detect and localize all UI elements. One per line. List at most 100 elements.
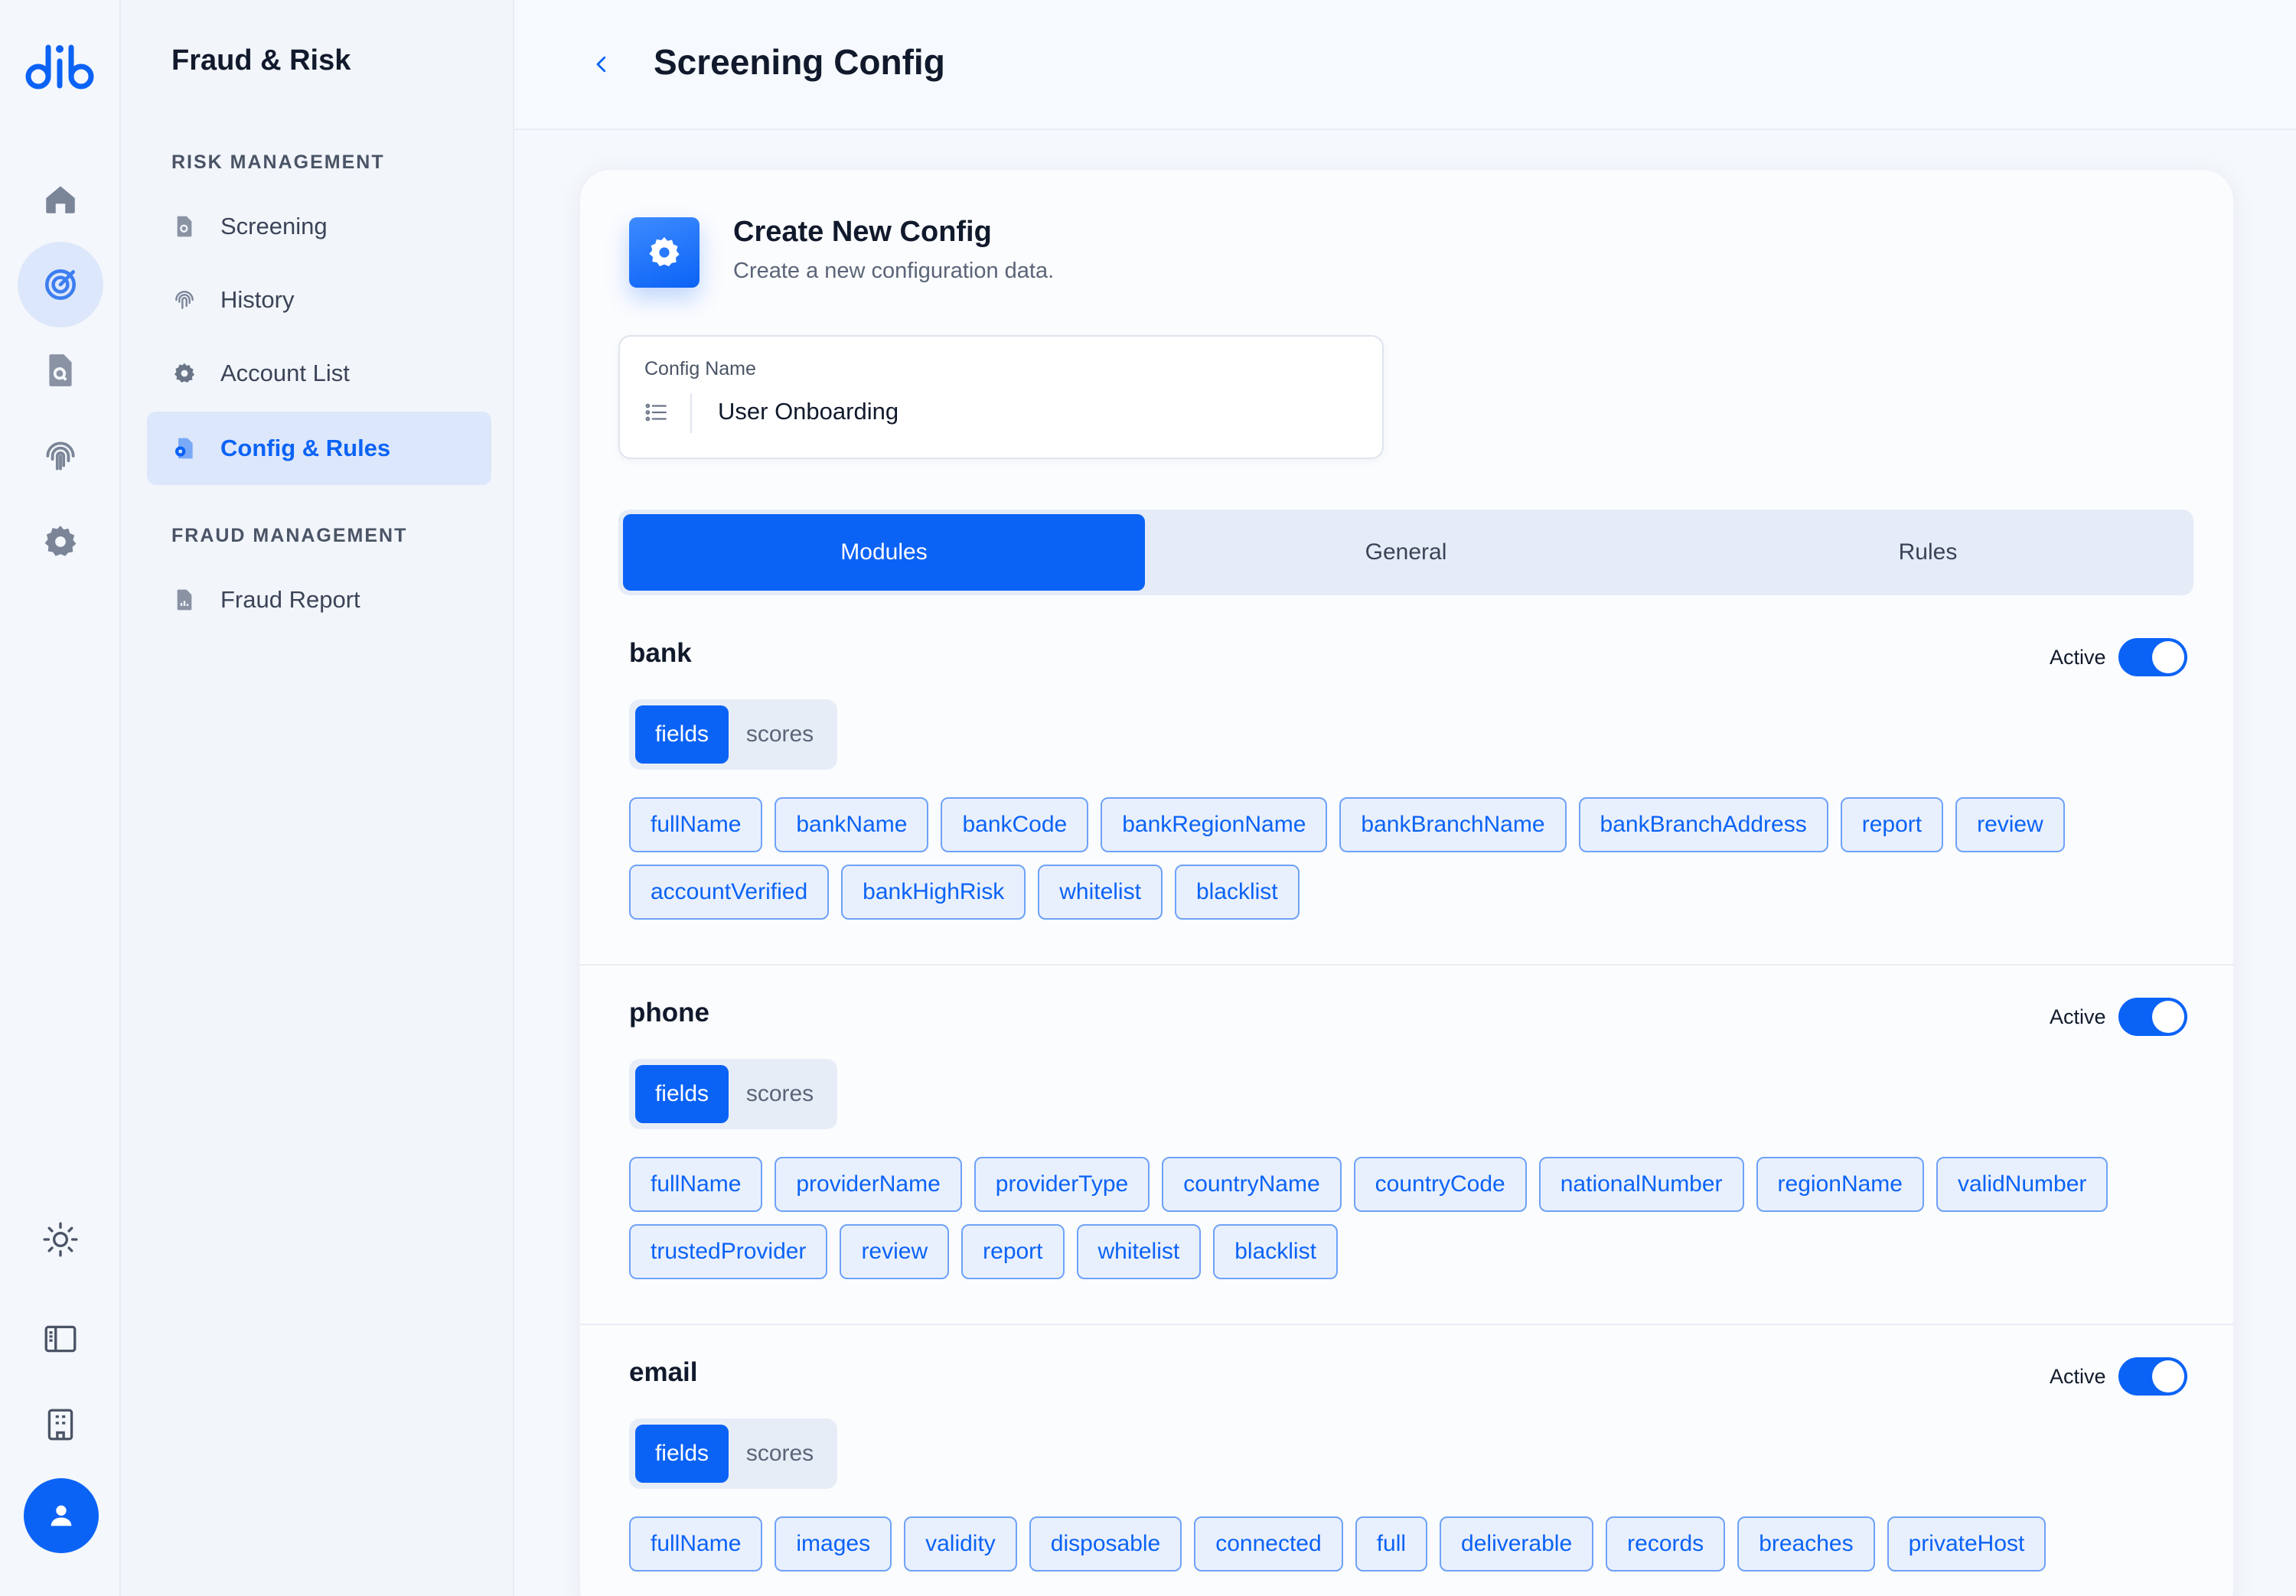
config-name-field[interactable]: Config Name User Onboarding (618, 335, 1384, 459)
field-chip[interactable]: privateHost (1887, 1516, 2047, 1572)
active-label: Active (2050, 646, 2106, 669)
field-chip[interactable]: connected (1194, 1516, 1343, 1572)
field-chip[interactable]: bankBranchName (1339, 797, 1567, 852)
field-chip[interactable]: report (1840, 797, 1944, 852)
user-avatar[interactable] (24, 1478, 99, 1553)
tab-rules[interactable]: Rules (1667, 514, 2189, 591)
nav-item-screening[interactable]: Screening (147, 190, 491, 263)
config-card: Create New Config Create a new configura… (579, 168, 2235, 1596)
field-chip[interactable]: providerType (974, 1157, 1150, 1212)
field-chip[interactable]: whitelist (1076, 1224, 1202, 1279)
home-icon[interactable] (18, 156, 103, 242)
field-chip[interactable]: images (775, 1516, 892, 1572)
active-toggle[interactable] (2118, 1357, 2187, 1396)
nav-item-label: Screening (220, 213, 328, 239)
nav-item-label: Config & Rules (220, 435, 391, 461)
brand-logo[interactable] (23, 38, 96, 93)
module-divider (580, 964, 2233, 966)
field-chip[interactable]: bankName (775, 797, 929, 852)
field-chip[interactable]: nationalNumber (1538, 1157, 1744, 1212)
toggle-knob (2152, 1360, 2184, 1392)
module-divider (580, 1324, 2233, 1325)
fingerprint-icon (171, 287, 197, 313)
field-chips: fullName providerName providerType countryN… (629, 1157, 2206, 1291)
chip-row: fullName bankName bankCode bankRegionName ba… (629, 797, 2206, 852)
field-chip[interactable]: fullName (629, 1516, 763, 1572)
back-chevron-icon[interactable] (586, 47, 617, 81)
fields-scores-switch: fields scores (629, 699, 837, 770)
field-chip[interactable]: deliverable (1440, 1516, 1594, 1572)
segment-scores[interactable]: scores (729, 1065, 831, 1123)
nav-item-label: Fraud Report (220, 586, 360, 613)
config-tabs: Modules General Rules (618, 510, 2193, 595)
field-divider (690, 393, 692, 433)
field-chip[interactable]: bankRegionName (1101, 797, 1328, 852)
active-label: Active (2050, 1365, 2106, 1388)
field-chip[interactable]: validNumber (1936, 1157, 2108, 1212)
list-icon (643, 399, 669, 425)
nav-panel: Fraud & Risk RISK MANAGEMENT Screening H… (121, 0, 514, 1596)
field-chip[interactable]: full (1355, 1516, 1428, 1572)
field-chip[interactable]: report (961, 1224, 1065, 1279)
active-toggle[interactable] (2118, 638, 2187, 676)
field-chip[interactable]: bankCode (941, 797, 1089, 852)
nav-item-label: Account List (220, 360, 350, 386)
field-chip[interactable]: whitelist (1038, 865, 1163, 920)
nav-item-account-list[interactable]: Account List (147, 337, 491, 410)
field-chip[interactable]: countryCode (1353, 1157, 1527, 1212)
tab-modules[interactable]: Modules (623, 514, 1145, 591)
fields-scores-switch: fields scores (629, 1059, 837, 1129)
gear-icon (171, 360, 197, 386)
nav-item-config-rules[interactable]: Config & Rules (147, 412, 491, 485)
settings-icon[interactable] (18, 499, 103, 585)
segment-fields[interactable]: fields (635, 1425, 729, 1483)
field-chip[interactable]: bankHighRisk (841, 865, 1026, 920)
card-subtitle: Create a new configuration data. (733, 259, 1055, 283)
document-search-icon (171, 213, 197, 239)
chip-row: trustedProvider review report whitelist blac… (629, 1224, 2206, 1279)
building-icon[interactable] (18, 1382, 103, 1467)
sun-icon[interactable] (18, 1197, 103, 1282)
module-name: email (629, 1357, 698, 1387)
toggle-knob (2152, 1001, 2184, 1033)
radar-icon[interactable] (18, 242, 103, 327)
sidebar-toggle-icon[interactable] (18, 1296, 103, 1382)
active-toggle[interactable] (2118, 998, 2187, 1036)
config-name-input[interactable]: User Onboarding (718, 398, 899, 425)
field-chip[interactable]: blacklist (1174, 865, 1300, 920)
section-fraud-management: FRAUD MANAGEMENT (171, 525, 408, 546)
field-chip[interactable]: validity (904, 1516, 1017, 1572)
nav-item-label: History (220, 286, 295, 313)
toggle-knob (2152, 641, 2184, 673)
field-chip[interactable]: records (1606, 1516, 1726, 1572)
icon-rail (0, 0, 121, 1596)
document-search-icon[interactable] (18, 327, 103, 413)
field-chip[interactable]: review (840, 1224, 950, 1279)
gear-icon (629, 217, 700, 288)
field-chip[interactable]: breaches (1737, 1516, 1875, 1572)
fingerprint-icon[interactable] (18, 413, 103, 499)
fields-scores-switch: fields scores (629, 1418, 837, 1489)
segment-scores[interactable]: scores (729, 705, 831, 764)
active-label: Active (2050, 1005, 2106, 1028)
field-chip[interactable]: countryName (1162, 1157, 1342, 1212)
field-chip[interactable]: review (1955, 797, 2065, 852)
field-chip[interactable]: fullName (629, 1157, 763, 1212)
page-title: Screening Config (654, 42, 945, 82)
field-chip[interactable]: blacklist (1213, 1224, 1338, 1279)
segment-fields[interactable]: fields (635, 1065, 729, 1123)
field-chip[interactable]: accountVerified (629, 865, 830, 920)
segment-scores[interactable]: scores (729, 1425, 831, 1483)
tab-general[interactable]: General (1145, 514, 1667, 591)
field-chip[interactable]: fullName (629, 797, 763, 852)
nav-item-fraud-report[interactable]: Fraud Report (147, 563, 491, 637)
field-chip[interactable]: disposable (1029, 1516, 1182, 1572)
segment-fields[interactable]: fields (635, 705, 729, 764)
field-chip[interactable]: bankBranchAddress (1578, 797, 1828, 852)
page-header: Screening Config (514, 0, 2296, 130)
field-chip[interactable]: providerName (775, 1157, 962, 1212)
field-chip[interactable]: regionName (1756, 1157, 1924, 1212)
nav-item-history[interactable]: History (147, 263, 491, 337)
field-chips: fullName bankName bankCode bankRegionName ba… (629, 797, 2206, 932)
field-chip[interactable]: trustedProvider (629, 1224, 828, 1279)
